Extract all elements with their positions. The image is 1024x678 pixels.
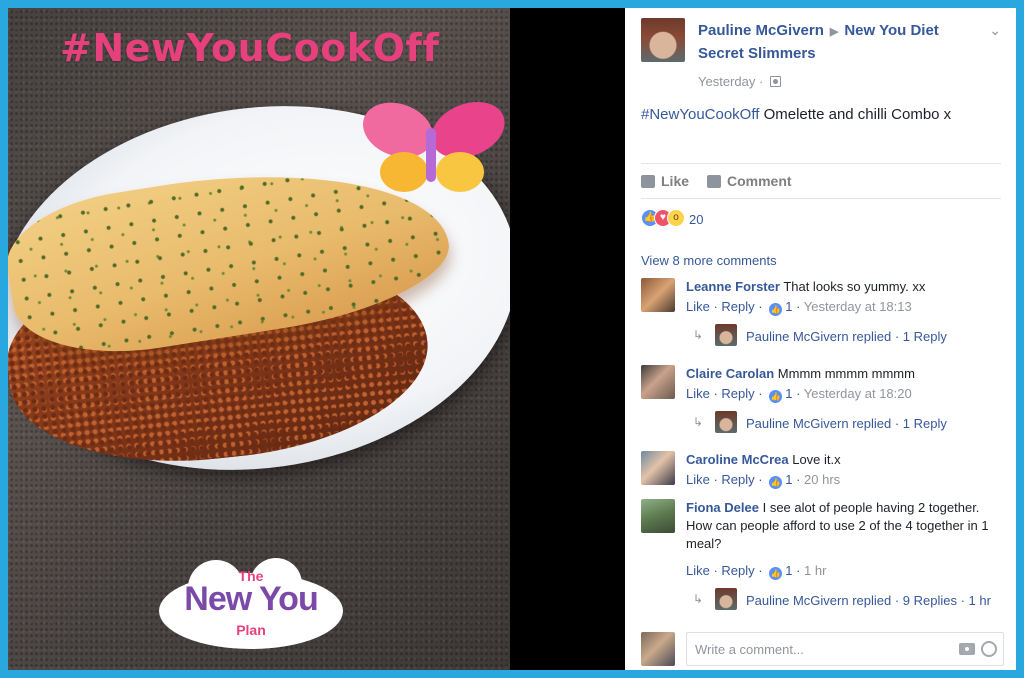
butterfly-icon: [363, 102, 505, 192]
comment-like-count[interactable]: 1: [785, 299, 792, 314]
comment-box[interactable]: [686, 632, 1004, 666]
comment-actions: Like · Reply · 👍 1 · Yesterday at 18:20: [686, 386, 912, 403]
like-icon: 👍: [769, 567, 783, 580]
comment-time[interactable]: 20 hrs: [804, 472, 840, 487]
action-bar: Like Comment: [641, 163, 1001, 199]
author-avatar[interactable]: [641, 18, 685, 62]
chevron-down-icon[interactable]: ⌄: [989, 22, 1001, 39]
comment-body: Leanne Forster That looks so yummy. xx: [686, 278, 998, 296]
wow-icon: o: [667, 209, 685, 227]
like-icon: 👍: [769, 390, 783, 403]
reply-summary-text: Pauline McGivern replied · 9 Replies · 1…: [746, 593, 991, 608]
reply-arrow-icon: ↳: [693, 328, 704, 342]
viewer-avatar: [641, 632, 675, 666]
comment-time[interactable]: 1 hr: [804, 563, 826, 578]
comment-actions: Like · Reply · 👍 1 · Yesterday at 18:13: [686, 299, 912, 316]
thumbs-up-icon: [641, 175, 655, 188]
comment-actions: Like · Reply · 👍 1 · 20 hrs: [686, 472, 841, 489]
comment-reply-link[interactable]: Reply: [721, 472, 754, 487]
photo-hashtag: #NewYouCookOff: [60, 26, 440, 70]
post-sidebar: Pauline McGivern ▶ New You Diet Secret Sli…: [625, 8, 1016, 670]
commenter-name[interactable]: Caroline McCrea: [686, 452, 789, 467]
new-you-logo: The New You Plan: [156, 556, 346, 652]
commenter-name[interactable]: Claire Carolan: [686, 366, 774, 381]
emoji-icon[interactable]: [981, 641, 997, 657]
comment-time[interactable]: Yesterday at 18:13: [804, 299, 912, 314]
post-body: Omelette and chilli Combo x: [759, 106, 952, 123]
commenter-avatar[interactable]: [641, 451, 675, 485]
comment-input[interactable]: [687, 633, 927, 665]
author-link[interactable]: Pauline McGivern: [698, 22, 824, 39]
like-icon: 👍: [769, 476, 783, 489]
reply-summary[interactable]: ↳ Pauline McGivern replied · 1 Reply: [693, 411, 993, 435]
comment-composer: [641, 632, 1004, 666]
comment: Claire Carolan Mmmm mmmm mmmm Like · Rep…: [641, 365, 1001, 445]
commenter-avatar[interactable]: [641, 278, 675, 312]
comment-like-count[interactable]: 1: [785, 472, 792, 487]
comment-text: Mmmm mmmm mmmm: [777, 366, 915, 381]
audience-icon[interactable]: [769, 76, 781, 87]
logo-plan: Plan: [236, 622, 266, 638]
comment-time[interactable]: Yesterday at 18:20: [804, 386, 912, 401]
comment-label: Comment: [727, 173, 792, 189]
reply-summary-text: Pauline McGivern replied · 1 Reply: [746, 329, 947, 344]
comment: Caroline McCrea Love it.x Like · Reply ·…: [641, 451, 1001, 495]
arrow-right-icon: ▶: [829, 26, 839, 38]
reply-arrow-icon: ↳: [693, 592, 704, 606]
comment-body: Claire Carolan Mmmm mmmm mmmm: [686, 365, 998, 383]
like-button[interactable]: Like: [641, 173, 689, 189]
post-author-line: Pauline McGivern ▶ New You Diet Secret Sli…: [698, 20, 968, 64]
speech-bubble-icon: [707, 175, 721, 188]
comment-reply-link[interactable]: Reply: [721, 299, 754, 314]
timestamp-link[interactable]: Yesterday: [698, 74, 755, 89]
comment-body: Caroline McCrea Love it.x: [686, 451, 998, 469]
reaction-count: 20: [689, 212, 704, 227]
post-photo[interactable]: #NewYouCookOff The New You Plan: [8, 8, 510, 670]
comment-actions: Like · Reply · 👍 1 · 1 hr: [686, 563, 827, 580]
commenter-avatar[interactable]: [641, 499, 675, 533]
reply-avatar: [715, 324, 737, 346]
post-hashtag-link[interactable]: #NewYouCookOff: [641, 106, 759, 123]
comment-like-link[interactable]: Like: [686, 299, 710, 314]
post-header: Pauline McGivern ▶ New You Diet Secret Sli…: [641, 18, 1001, 89]
comment-like-count[interactable]: 1: [785, 386, 792, 401]
commenter-name[interactable]: Leanne Forster: [686, 279, 780, 294]
like-label: Like: [661, 173, 690, 189]
comment-reply-link[interactable]: Reply: [721, 386, 754, 401]
screenshot-frame: #NewYouCookOff The New You Plan Pauline …: [8, 8, 1016, 670]
comment-like-count[interactable]: 1: [785, 563, 792, 578]
comment-button[interactable]: Comment: [707, 173, 792, 189]
view-more-comments-link[interactable]: View 8 more comments: [641, 253, 777, 268]
reply-avatar: [715, 588, 737, 610]
reply-summary[interactable]: ↳ Pauline McGivern replied · 1 Reply: [693, 324, 993, 348]
like-icon: 👍: [769, 303, 783, 316]
reply-avatar: [715, 411, 737, 433]
comment-text: That looks so yummy. xx: [783, 279, 926, 294]
comment-reply-link[interactable]: Reply: [721, 563, 754, 578]
logo-brand: New You: [184, 580, 318, 618]
commenter-avatar[interactable]: [641, 365, 675, 399]
post-timestamp: Yesterday ·: [698, 74, 781, 89]
comment-body: Fiona Delee I see alot of people having …: [686, 499, 998, 553]
comment-like-link[interactable]: Like: [686, 472, 710, 487]
reply-arrow-icon: ↳: [693, 415, 704, 429]
reply-summary-text: Pauline McGivern replied · 1 Reply: [746, 416, 947, 431]
comment-text: Love it.x: [792, 452, 841, 467]
camera-icon[interactable]: [959, 643, 975, 655]
commenter-name[interactable]: Fiona Delee: [686, 500, 759, 515]
reply-summary[interactable]: ↳ Pauline McGivern replied · 9 Replies ·…: [693, 588, 993, 628]
comment-like-link[interactable]: Like: [686, 386, 710, 401]
comment: Fiona Delee I see alot of people having …: [641, 499, 1001, 624]
comment-like-link[interactable]: Like: [686, 563, 710, 578]
post-text: #NewYouCookOff Omelette and chilli Combo…: [641, 106, 951, 123]
comment: Leanne Forster That looks so yummy. xx L…: [641, 278, 1001, 358]
